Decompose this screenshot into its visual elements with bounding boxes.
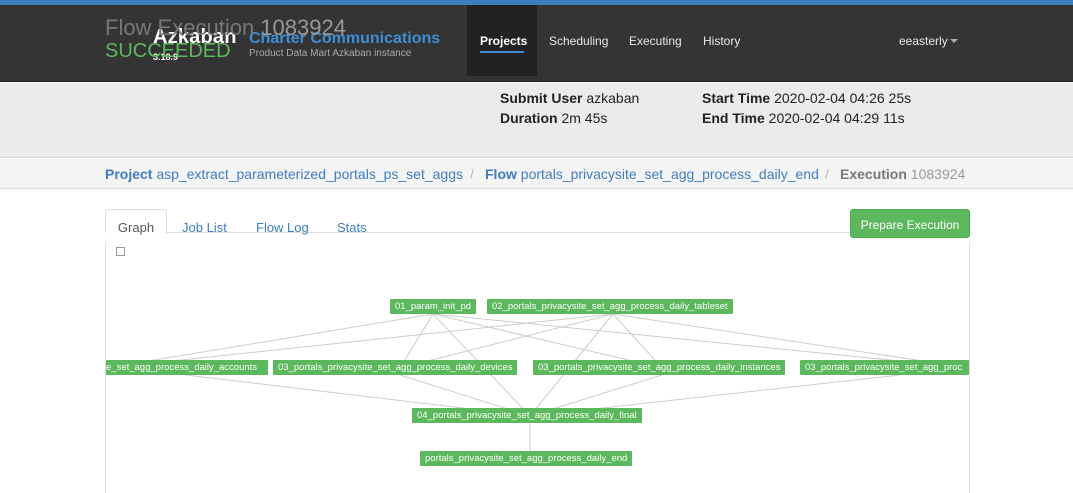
graph-node-instances[interactable]: 03_portals_privacysite_set_agg_process_d…	[533, 360, 786, 375]
graph-node-cut-off[interactable]: 03_portals_privacysite_set_agg_proc	[800, 360, 969, 375]
graph-node-final[interactable]: 04_portals_privacysite_set_agg_process_d…	[412, 408, 642, 423]
graph-node-accounts[interactable]: e_set_agg_process_daily_accounts	[106, 360, 268, 375]
graph-node-devices[interactable]: 03_portals_privacysite_set_agg_process_d…	[273, 360, 518, 375]
graph-node-param-init[interactable]: 01_param_init_pd	[390, 299, 477, 314]
graph-node-end[interactable]: portals_privacysite_set_agg_process_dail…	[420, 451, 633, 466]
graph-node-tableset[interactable]: 02_portals_privacysite_set_agg_process_d…	[487, 299, 733, 314]
